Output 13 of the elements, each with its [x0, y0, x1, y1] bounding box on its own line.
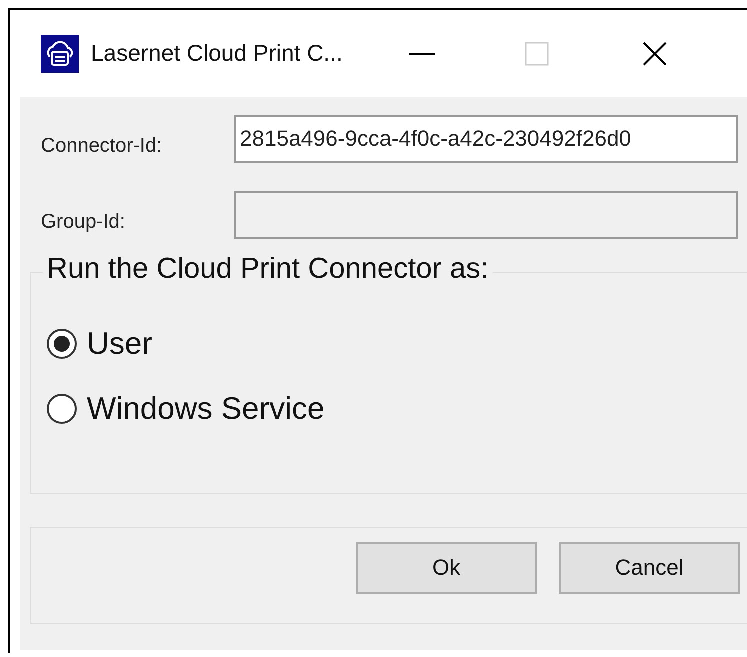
radio-button[interactable] — [47, 394, 77, 424]
radio-button[interactable] — [47, 329, 77, 359]
radio-option[interactable]: Windows Service — [47, 393, 407, 425]
close-icon[interactable] — [643, 42, 667, 66]
radio-option[interactable]: User — [47, 328, 407, 360]
minimize-icon[interactable] — [409, 52, 435, 56]
field-label: Group-Id: — [40, 210, 126, 234]
dialog-button[interactable]: Cancel — [559, 542, 740, 594]
dialog-button[interactable]: Ok — [356, 542, 537, 594]
cloud-printer-icon — [41, 34, 79, 72]
text-field[interactable]: 2815a496-9cca-4f0c-a42c-230492f26d0 — [234, 115, 738, 163]
field-label: Connector-Id: — [40, 134, 164, 158]
window-title: Lasernet Cloud Print C... — [91, 40, 344, 67]
